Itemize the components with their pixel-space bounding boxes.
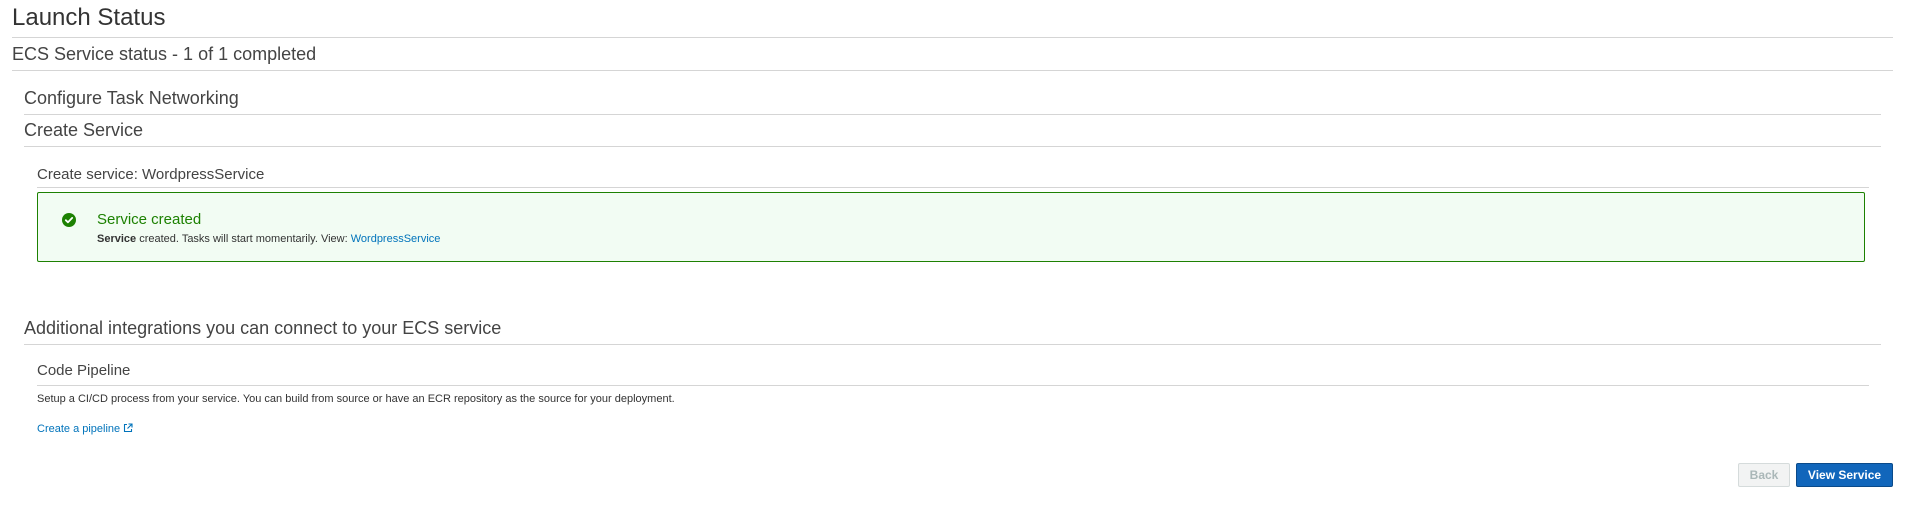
integrations-heading: Additional integrations you can connect …	[24, 318, 502, 338]
create-pipeline-row: Create a pipeline	[37, 423, 133, 435]
divider	[12, 37, 1893, 38]
divider	[37, 385, 1869, 386]
create-pipeline-link[interactable]: Create a pipeline	[37, 423, 120, 435]
alert-title: Service created	[97, 211, 202, 228]
service-status-heading: ECS Service status - 1 of 1 completed	[12, 44, 317, 64]
divider	[24, 344, 1881, 345]
divider	[24, 146, 1881, 147]
divider	[24, 114, 1881, 115]
divider	[37, 187, 1869, 188]
code-pipeline-description: Setup a CI/CD process from your service.…	[37, 393, 675, 405]
external-link-icon[interactable]	[123, 423, 133, 433]
page-title: Launch Status	[12, 4, 166, 31]
wordpress-service-link[interactable]: WordpressService	[351, 233, 441, 245]
step-create-service: Create Service	[24, 120, 144, 140]
check-circle-icon	[62, 213, 76, 227]
view-service-button[interactable]: View Service	[1796, 463, 1893, 487]
alert-message-text: created. Tasks will start momentarily. V…	[136, 233, 351, 245]
code-pipeline-title: Code Pipeline	[37, 362, 131, 379]
back-button[interactable]: Back	[1738, 463, 1790, 487]
divider	[12, 70, 1893, 71]
alert-message-bold: Service	[97, 233, 137, 245]
step-configure-task-networking: Configure Task Networking	[24, 88, 239, 108]
alert-message: Service created. Tasks will start moment…	[97, 233, 440, 245]
success-alert: Service created Service created. Tasks w…	[37, 192, 1865, 262]
create-service-subheading: Create service: WordpressService	[37, 166, 265, 183]
